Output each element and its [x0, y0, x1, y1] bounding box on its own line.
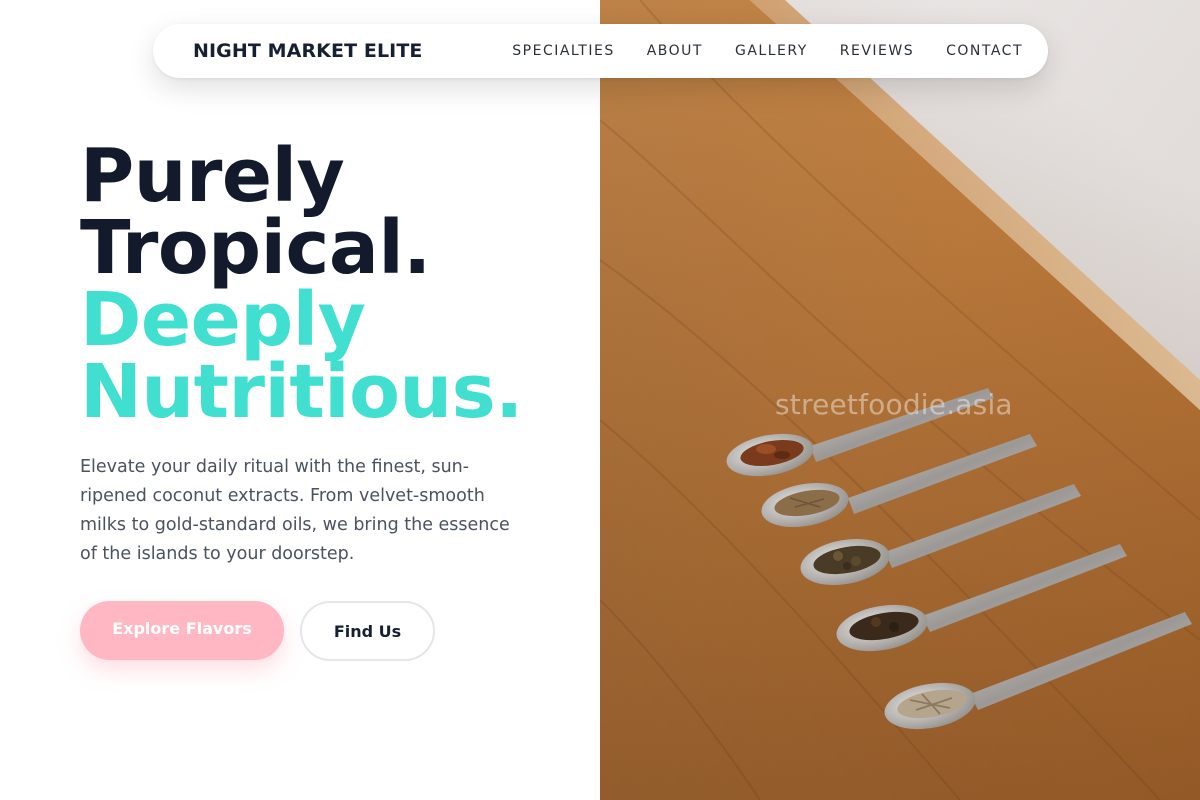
top-navigation-bar: NIGHT MARKET ELITE SPECIALTIES ABOUT GAL… — [153, 24, 1048, 78]
nav-link-reviews[interactable]: REVIEWS — [840, 43, 914, 59]
nav-link-contact[interactable]: CONTACT — [946, 43, 1023, 59]
nav-links: SPECIALTIES ABOUT GALLERY REVIEWS CONTAC… — [512, 43, 1023, 59]
headline-line-purely: Purely — [80, 133, 345, 219]
headline-line-tropical: Tropical. — [80, 205, 431, 291]
headline-line-deeply: Deeply — [80, 277, 366, 363]
nav-link-gallery[interactable]: GALLERY — [735, 43, 808, 59]
hero-photo-spoons-on-wood: streetfoodie.asia — [600, 0, 1200, 800]
nav-link-specialties[interactable]: SPECIALTIES — [512, 43, 614, 59]
hero-description: Elevate your daily ritual with the fines… — [80, 457, 510, 564]
brand-logo-text[interactable]: NIGHT MARKET ELITE — [193, 40, 422, 62]
photo-watermark: streetfoodie.asia — [775, 388, 1013, 421]
hero-headline: Purely Tropical. Deeply Nutritious. — [80, 133, 523, 435]
explore-flavors-button[interactable]: Explore Flavors — [80, 601, 284, 660]
find-us-button[interactable]: Find Us — [300, 601, 435, 661]
headline-line-nutritious: Nutritious. — [80, 349, 523, 435]
nav-link-about[interactable]: ABOUT — [647, 43, 703, 59]
